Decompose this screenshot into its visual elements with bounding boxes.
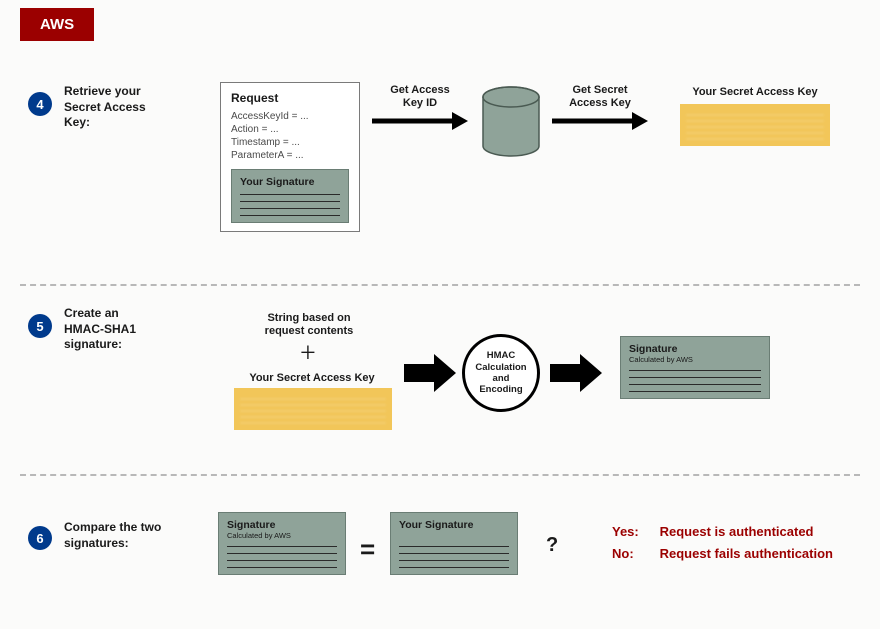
- result-no: No: Request fails authentication: [612, 546, 833, 561]
- arrow-icon: [552, 112, 648, 130]
- step-4-circle: 4: [28, 92, 52, 116]
- equals-icon: =: [360, 534, 375, 565]
- request-box: Request AccessKeyId = ... Action = ... T…: [220, 82, 360, 232]
- request-line: ParameterA = ...: [231, 150, 349, 161]
- database-cylinder-icon: [480, 86, 542, 161]
- step-5-title: Create an HMAC-SHA1 signature:: [64, 306, 174, 353]
- aws-badge: AWS: [20, 8, 94, 41]
- request-line: Timestamp = ...: [231, 137, 349, 148]
- your-signature-box: Your Signature: [390, 512, 518, 575]
- get-secret-label: Get Secret Access Key: [560, 84, 640, 110]
- your-secret-label: Your Secret Access Key: [680, 86, 830, 99]
- result-yes-text: Request is authenticated: [660, 524, 814, 539]
- step-6-circle: 6: [28, 526, 52, 550]
- result-no-text: Request fails authentication: [660, 546, 833, 561]
- request-line: Action = ...: [231, 124, 349, 135]
- arrow-icon: [372, 112, 468, 130]
- divider: [20, 284, 860, 286]
- string-contents-label: String based on request contents: [244, 312, 374, 338]
- signature-subtitle: Calculated by AWS: [227, 531, 337, 540]
- result-yes-label: Yes:: [612, 524, 656, 539]
- signature-subtitle: [399, 531, 509, 540]
- signature-calculated-box: Signature Calculated by AWS: [620, 336, 770, 399]
- signature-title: Signature: [629, 343, 761, 355]
- thick-arrow-icon: [550, 354, 602, 392]
- result-yes: Yes: Request is authenticated: [612, 524, 814, 539]
- signature-title: Your Signature: [399, 519, 509, 531]
- question-mark-icon: ?: [546, 534, 558, 557]
- secret-key-label: Your Secret Access Key: [232, 372, 392, 385]
- signature-title: Signature: [227, 519, 337, 531]
- secret-key-blurred: [680, 104, 830, 146]
- plus-icon: +: [300, 338, 316, 370]
- step-6-title: Compare the two signatures:: [64, 520, 184, 551]
- signature-calculated-box: Signature Calculated by AWS: [218, 512, 346, 575]
- your-signature-box: Your Signature: [231, 169, 349, 223]
- get-keyid-label: Get Access Key ID: [380, 84, 460, 110]
- hmac-circle: HMAC Calculation and Encoding: [462, 334, 540, 412]
- divider: [20, 474, 860, 476]
- signature-title: Your Signature: [240, 176, 340, 188]
- request-line: AccessKeyId = ...: [231, 111, 349, 122]
- step-4-title: Retrieve your Secret Access Key:: [64, 84, 174, 131]
- secret-key-blurred: [234, 388, 392, 430]
- request-title: Request: [231, 91, 349, 105]
- thick-arrow-icon: [404, 354, 456, 392]
- result-no-label: No:: [612, 546, 656, 561]
- signature-subtitle: Calculated by AWS: [629, 355, 761, 364]
- step-5-circle: 5: [28, 314, 52, 338]
